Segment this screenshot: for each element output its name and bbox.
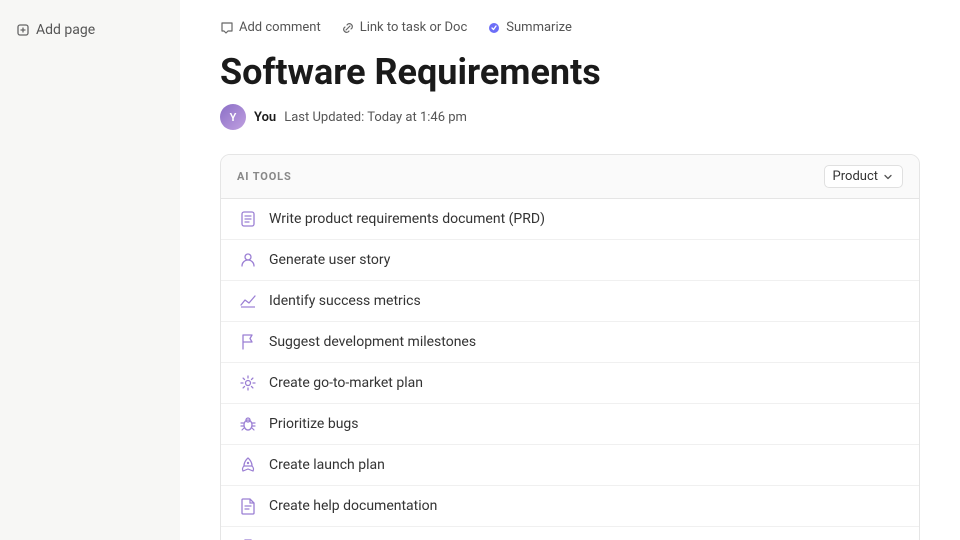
add-comment-label: Add comment [239, 20, 321, 35]
link-to-task-label: Link to task or Doc [360, 20, 468, 35]
avatar: Y [220, 104, 246, 130]
tool-item-icon [237, 454, 259, 476]
toolbar: Add comment Link to task or Doc Summariz… [220, 20, 920, 35]
tool-item-label: Prioritize bugs [269, 416, 359, 432]
tool-item-icon [237, 413, 259, 435]
tool-items-list: Write product requirements document (PRD… [221, 199, 919, 540]
tool-item-label: Suggest development milestones [269, 334, 476, 350]
add-page-button[interactable]: Add page [8, 16, 172, 44]
ai-tools-header: AI TOOLS Product [221, 155, 919, 199]
add-page-label: Add page [36, 22, 95, 38]
last-updated: Last Updated: Today at 1:46 pm [284, 110, 467, 125]
ai-tools-label: AI TOOLS [237, 170, 292, 183]
tool-item[interactable]: Identify success metrics [221, 281, 919, 322]
tool-item-icon [237, 372, 259, 394]
tool-item-icon [237, 249, 259, 271]
sidebar: Add page [0, 0, 180, 540]
tool-item-label: Create help documentation [269, 498, 437, 514]
tool-item-label: Create go-to-market plan [269, 375, 423, 391]
summarize-icon [487, 21, 501, 35]
product-dropdown[interactable]: Product [824, 165, 903, 188]
tool-item-label: Create launch plan [269, 457, 385, 473]
tool-item[interactable]: Prioritize bugs [221, 404, 919, 445]
tool-item-icon [237, 208, 259, 230]
add-page-icon [16, 23, 30, 37]
tool-item-icon [237, 536, 259, 540]
tool-item[interactable]: Write product requirements document (PRD… [221, 199, 919, 240]
ai-tools-panel: AI TOOLS Product Write product requireme… [220, 154, 920, 540]
product-dropdown-label: Product [833, 169, 878, 184]
tool-item-icon [237, 495, 259, 517]
tool-item[interactable]: Generate user story [221, 240, 919, 281]
tool-item[interactable]: Create help documentation [221, 486, 919, 527]
tool-item-label: Generate user story [269, 252, 390, 268]
tool-item-icon [237, 331, 259, 353]
author-row: Y You Last Updated: Today at 1:46 pm [220, 104, 920, 130]
chevron-down-icon [882, 171, 894, 183]
tool-item[interactable]: Suggest development milestones [221, 322, 919, 363]
summarize-label: Summarize [506, 20, 572, 35]
main-content: Add comment Link to task or Doc Summariz… [180, 0, 960, 540]
tool-item-icon [237, 290, 259, 312]
comment-icon [220, 21, 234, 35]
page-title: Software Requirements [220, 51, 920, 94]
tool-item[interactable]: Create go-to-market plan [221, 363, 919, 404]
tool-item-label: Identify success metrics [269, 293, 421, 309]
add-comment-button[interactable]: Add comment [220, 20, 321, 35]
link-to-task-button[interactable]: Link to task or Doc [341, 20, 468, 35]
link-icon [341, 21, 355, 35]
tool-item[interactable]: Design user testing study [221, 527, 919, 540]
tool-item-label: Write product requirements document (PRD… [269, 211, 545, 227]
tool-item[interactable]: Create launch plan [221, 445, 919, 486]
summarize-button[interactable]: Summarize [487, 20, 572, 35]
author-name: You [254, 110, 276, 125]
